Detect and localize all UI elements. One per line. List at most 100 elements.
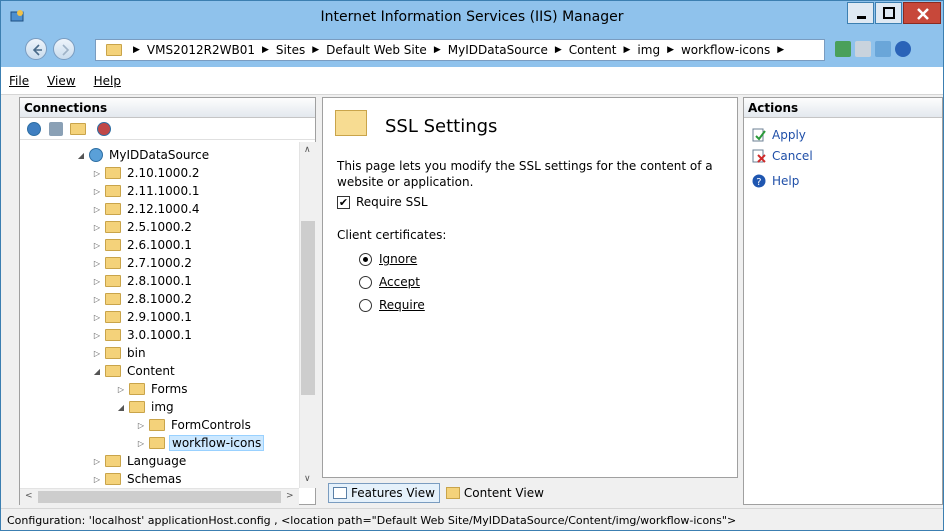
tree-node-label[interactable]: 2.8.1000.2	[125, 292, 194, 306]
breadcrumb-content[interactable]: Content	[569, 43, 617, 57]
breadcrumb[interactable]: ▶ VMS2012R2WB01 ▶ Sites ▶ Default Web Si…	[95, 39, 825, 61]
cancel-action[interactable]: Cancel	[752, 149, 813, 163]
tree-node-label[interactable]: MyIDDataSource	[107, 148, 211, 162]
maximize-button[interactable]	[875, 2, 902, 24]
tree-node-label[interactable]: bin	[125, 346, 148, 360]
radio-accept[interactable]: Accept	[359, 275, 420, 289]
tree-node-label[interactable]: Content	[125, 364, 177, 378]
collapsed-arrow-icon[interactable]: ▷	[92, 313, 102, 322]
tree-horizontal-scrollbar[interactable]: < >	[20, 488, 299, 505]
collapsed-arrow-icon[interactable]: ▷	[136, 421, 146, 430]
connections-tree[interactable]: ◢ MyIDDataSource ▷ 2.10.1000.2 ▷ 2.11.1000.1 ▷…	[20, 142, 300, 488]
help-icon[interactable]	[895, 41, 911, 57]
collapsed-arrow-icon[interactable]: ▷	[92, 169, 102, 178]
menu-view[interactable]: View	[47, 74, 75, 88]
tree-node[interactable]: ▷ Schemas	[92, 470, 184, 488]
scroll-right-icon[interactable]: >	[286, 491, 294, 501]
cancel-label[interactable]: Cancel	[772, 149, 813, 163]
tree-node[interactable]: ◢ Content	[92, 362, 177, 380]
breadcrumb-app[interactable]: MyIDDataSource	[448, 43, 548, 57]
breadcrumb-separator[interactable]: ▶	[555, 45, 562, 55]
radio-unselected-icon[interactable]	[359, 275, 372, 289]
collapsed-arrow-icon[interactable]: ▷	[92, 259, 102, 268]
tree-node-label[interactable]: 2.10.1000.2	[125, 166, 202, 180]
breadcrumb-separator[interactable]: ▶	[434, 45, 441, 55]
breadcrumb-site[interactable]: Default Web Site	[326, 43, 427, 57]
tree-node-label[interactable]: workflow-icons	[169, 435, 265, 451]
tree-node-label[interactable]: Forms	[149, 382, 189, 396]
breadcrumb-server[interactable]: VMS2012R2WB01	[147, 43, 255, 57]
collapsed-arrow-icon[interactable]: ▷	[92, 205, 102, 214]
disconnect-icon[interactable]	[97, 121, 111, 136]
tree-node[interactable]: ▷ 3.0.1000.1	[92, 326, 194, 344]
radio-require[interactable]: Require	[359, 298, 425, 312]
tree-node[interactable]: ▷ 2.10.1000.2	[92, 164, 202, 182]
scrollbar-thumb[interactable]	[301, 221, 315, 395]
collapsed-arrow-icon[interactable]: ▷	[92, 223, 102, 232]
expanded-arrow-icon[interactable]: ◢	[92, 367, 102, 376]
tree-node[interactable]: ▷ 2.7.1000.2	[92, 254, 194, 272]
breadcrumb-workflow-icons[interactable]: workflow-icons	[681, 43, 770, 57]
tree-node-label[interactable]: 2.12.1000.4	[125, 202, 202, 216]
tree-node[interactable]: ▷ 2.8.1000.2	[92, 290, 194, 308]
tree-node-label[interactable]: 2.5.1000.2	[125, 220, 194, 234]
collapsed-arrow-icon[interactable]: ▷	[136, 439, 146, 448]
breadcrumb-sites[interactable]: Sites	[276, 43, 305, 57]
stop-icon[interactable]	[855, 41, 871, 57]
scroll-left-icon[interactable]: <	[25, 491, 33, 501]
collapsed-arrow-icon[interactable]: ▷	[92, 295, 102, 304]
tree-node-label[interactable]: FormControls	[169, 418, 253, 432]
tree-node[interactable]: ▷ 2.6.1000.1	[92, 236, 194, 254]
breadcrumb-separator[interactable]: ▶	[262, 45, 269, 55]
tree-node[interactable]: ◢ MyIDDataSource	[76, 146, 211, 164]
menu-file[interactable]: File	[9, 74, 29, 88]
tree-node-label[interactable]: img	[149, 400, 176, 414]
tree-node[interactable]: ▷ workflow-icons	[136, 434, 265, 452]
expanded-arrow-icon[interactable]: ◢	[76, 151, 86, 160]
require-ssl-checkbox[interactable]: ✔ Require SSL	[337, 195, 428, 209]
tree-node-label[interactable]: Schemas	[125, 472, 184, 486]
checkbox-checked-icon[interactable]: ✔	[337, 195, 350, 209]
forward-button[interactable]	[53, 38, 75, 60]
help-label[interactable]: Help	[772, 174, 799, 188]
tree-node-label[interactable]: Language	[125, 454, 188, 468]
back-button[interactable]	[25, 38, 47, 60]
collapsed-arrow-icon[interactable]: ▷	[92, 187, 102, 196]
scroll-down-icon[interactable]: ∨	[304, 474, 311, 484]
breadcrumb-img[interactable]: img	[637, 43, 660, 57]
tree-node-label[interactable]: 2.6.1000.1	[125, 238, 194, 252]
tree-node-label[interactable]: 2.11.1000.1	[125, 184, 202, 198]
collapsed-arrow-icon[interactable]: ▷	[92, 277, 102, 286]
tree-node[interactable]: ◢ img	[116, 398, 176, 416]
tree-node-label[interactable]: 2.8.1000.1	[125, 274, 194, 288]
breadcrumb-separator[interactable]: ▶	[133, 45, 140, 55]
tree-node[interactable]: ▷ FormControls	[136, 416, 253, 434]
tree-node[interactable]: ▷ Forms	[116, 380, 189, 398]
tree-node[interactable]: ▷ 2.5.1000.2	[92, 218, 194, 236]
close-button[interactable]	[903, 2, 941, 24]
tree-node[interactable]: ▷ Language	[92, 452, 188, 470]
tree-node[interactable]: ▷ bin	[92, 344, 148, 362]
up-folder-icon[interactable]	[70, 122, 86, 135]
title-bar[interactable]: Internet Information Services (IIS) Mana…	[1, 1, 943, 33]
collapsed-arrow-icon[interactable]: ▷	[92, 331, 102, 340]
apply-action[interactable]: Apply	[752, 128, 806, 142]
save-icon[interactable]	[49, 121, 63, 136]
collapsed-arrow-icon[interactable]: ▷	[92, 475, 102, 484]
breadcrumb-separator[interactable]: ▶	[312, 45, 319, 55]
collapsed-arrow-icon[interactable]: ▷	[116, 385, 126, 394]
collapsed-arrow-icon[interactable]: ▷	[92, 457, 102, 466]
minimize-button[interactable]	[847, 2, 874, 24]
tree-node[interactable]: ▷ 2.12.1000.4	[92, 200, 202, 218]
tree-vertical-scrollbar[interactable]: ∧ ∨	[299, 142, 316, 488]
breadcrumb-separator[interactable]: ▶	[777, 45, 784, 55]
expanded-arrow-icon[interactable]: ◢	[116, 403, 126, 412]
connect-icon[interactable]	[27, 121, 41, 136]
apply-label[interactable]: Apply	[772, 128, 806, 142]
scrollbar-thumb[interactable]	[38, 491, 281, 503]
radio-unselected-icon[interactable]	[359, 298, 372, 312]
breadcrumb-separator[interactable]: ▶	[624, 45, 631, 55]
refresh-icon[interactable]	[835, 41, 851, 57]
tree-node-label[interactable]: 2.9.1000.1	[125, 310, 194, 324]
collapsed-arrow-icon[interactable]: ▷	[92, 349, 102, 358]
